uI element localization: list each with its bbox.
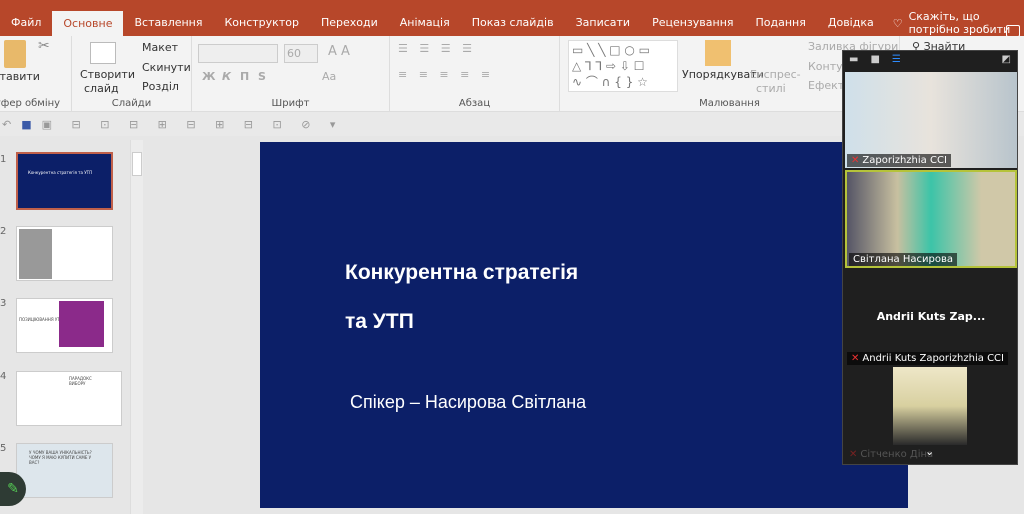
- cut-icon[interactable]: ✂: [38, 38, 50, 54]
- paste-icon[interactable]: [4, 40, 26, 68]
- zoom-panel-controls: ▬ ■ ☰ ◩: [843, 51, 1017, 71]
- italic-button[interactable]: К: [222, 70, 231, 83]
- participant-video[interactable]: [893, 367, 967, 445]
- group-clipboard: ✂ Вставити Буфер обміну: [0, 36, 72, 112]
- tab-file[interactable]: Файл: [0, 10, 52, 36]
- tab-home[interactable]: Основне: [52, 11, 124, 37]
- quick-styles-button[interactable]: Експрес-: [750, 68, 801, 81]
- group-paragraph: ☰ ☰ ☰ ☰ ≡ ≡ ≡ ≡ ≡ Абзац: [390, 36, 560, 112]
- save-icon[interactable]: ■: [21, 118, 31, 131]
- thumbnail-view-icon[interactable]: ■: [870, 54, 879, 68]
- slide-speaker: Спікер – Насирова Світлана: [350, 392, 587, 412]
- new-slide-button[interactable]: Створити: [80, 68, 135, 81]
- thumbnail-slide-4[interactable]: ПАРАДОКС ВИБОРУ: [16, 371, 122, 426]
- tab-insert[interactable]: Вставлення: [123, 10, 213, 36]
- new-slide-icon: [90, 42, 116, 64]
- font-family-select[interactable]: [198, 44, 278, 63]
- slide-title: Конкурентна стратегія та УТП: [345, 261, 579, 333]
- font-size-select[interactable]: 60: [284, 44, 318, 63]
- layout-button[interactable]: Макет: [142, 41, 178, 54]
- participant-tile-no-video[interactable]: Andrii Kuts Zap... ✕ Andrii Kuts Zaporizh…: [845, 270, 1017, 366]
- gallery-view-icon[interactable]: ☰: [892, 54, 901, 68]
- slide-thumbnails: 1 Конкурентна стратегія та УТП 2 3 ПОЗИЦ…: [0, 140, 130, 514]
- tab-view[interactable]: Подання: [745, 10, 817, 36]
- toolbar-icons[interactable]: ▣ ⊟ ⊡ ⊟ ⊞ ⊟ ⊞ ⊟ ⊡ ⊘ ▾: [42, 118, 344, 131]
- ribbon-tabs: Файл Основне Вставлення Конструктор Пере…: [0, 10, 1024, 37]
- thumbnail-slide-2[interactable]: [16, 226, 113, 281]
- bold-button[interactable]: Ж: [202, 70, 215, 83]
- tab-record[interactable]: Записати: [565, 10, 641, 36]
- group-slides: Створити слайд Макет Скинути Розділ Слай…: [72, 36, 192, 112]
- muted-mic-icon: ✕: [851, 353, 860, 364]
- participant-video[interactable]: ✕ Zaporizhzhia CCI: [845, 72, 1017, 168]
- undo-icon[interactable]: ↶: [2, 118, 11, 131]
- tab-help[interactable]: Довідка: [817, 10, 885, 36]
- chevron-down-icon[interactable]: ⌄: [925, 445, 934, 458]
- section-button[interactable]: Розділ: [142, 80, 179, 93]
- thumbnail-slide-5[interactable]: У ЧОМУ ВАША УНІКАЛЬНІСТЬ? ЧОМУ Я МАЮ КУП…: [16, 443, 113, 498]
- tab-slideshow[interactable]: Показ слайдів: [461, 10, 565, 36]
- zoom-video-panel: ▬ ■ ☰ ◩ ✕ Zaporizhzhia CCI Світлана Насирова…: [842, 50, 1018, 465]
- arrange-icon: [705, 40, 731, 66]
- minimize-icon[interactable]: ▬: [849, 54, 858, 68]
- font-grow-icon[interactable]: A A: [328, 44, 350, 59]
- tell-me-search[interactable]: ♡ Скажіть, що потрібно зробити: [893, 10, 1024, 36]
- underline-button[interactable]: П: [240, 70, 249, 83]
- expand-icon[interactable]: ◩: [1002, 54, 1011, 68]
- shapes-gallery[interactable]: ▭ ╲ ╲ □ ○ ▭ △ ⅂ ⅂ ⇨ ⇩ ☐ ∿ ⌒ ∩ { } ☆: [568, 40, 678, 92]
- thumbnail-slide-3[interactable]: ПОЗИЦІЮВАННЯ УТП: [16, 298, 113, 353]
- list-icons[interactable]: ☰ ☰ ☰ ☰: [398, 42, 476, 55]
- group-font: 60 A A Ж К П S Aa Шрифт: [192, 36, 390, 112]
- title-bar: [0, 0, 1024, 10]
- participant-video-active-speaker[interactable]: Світлана Насирова: [845, 170, 1017, 268]
- reset-button[interactable]: Скинути: [142, 61, 191, 74]
- align-icons[interactable]: ≡ ≡ ≡ ≡ ≡: [398, 68, 494, 81]
- paste-button[interactable]: Вставити: [0, 70, 40, 83]
- muted-mic-icon: ✕: [851, 155, 860, 166]
- thumbnail-slide-1[interactable]: Конкурентна стратегія та УТП: [16, 152, 113, 210]
- tab-animations[interactable]: Анімація: [389, 10, 461, 36]
- thumbnail-scrollbar[interactable]: [130, 140, 143, 514]
- slide-canvas[interactable]: Конкурентна стратегія та УТП Спікер – Нас…: [260, 142, 908, 508]
- tab-review[interactable]: Рецензування: [641, 10, 744, 36]
- tab-transitions[interactable]: Переходи: [310, 10, 389, 36]
- change-case-button[interactable]: Aa: [322, 70, 336, 83]
- lightbulb-icon: ♡: [892, 16, 903, 30]
- tab-design[interactable]: Конструктор: [214, 10, 310, 36]
- shadow-button[interactable]: S: [258, 70, 266, 83]
